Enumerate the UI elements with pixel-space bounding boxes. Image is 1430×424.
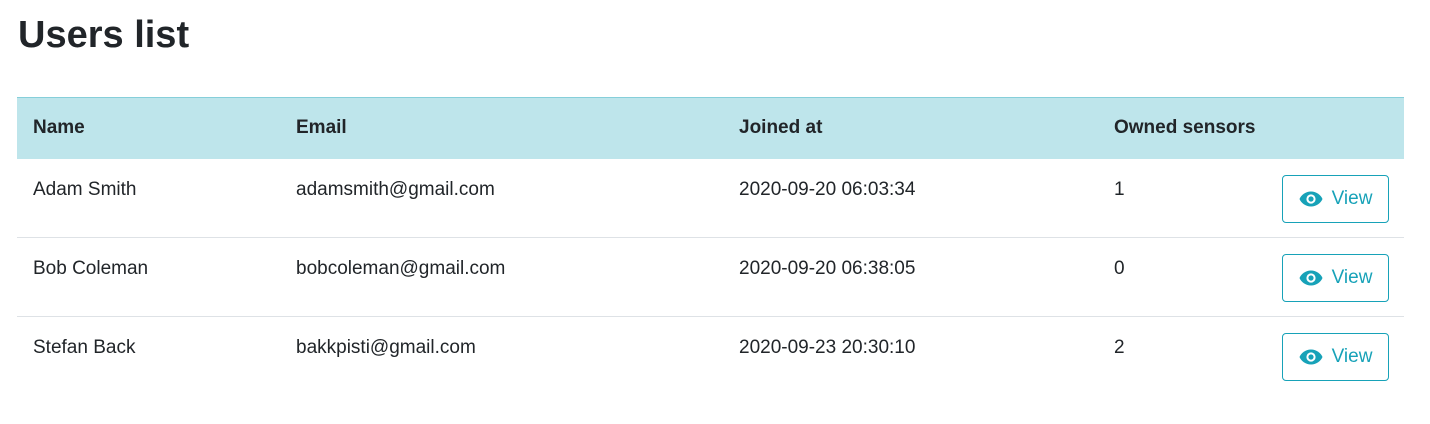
column-header-joined-at: Joined at [723, 97, 1098, 159]
user-name-cell: Adam Smith [33, 178, 137, 200]
view-user-button[interactable]: View [1282, 174, 1389, 223]
table-header: Name Email Joined at Owned sensors [17, 97, 1404, 159]
eye-icon [1299, 270, 1323, 286]
column-header-owned-sensors: Owned sensors [1098, 97, 1404, 159]
user-email-cell: adamsmith@gmail.com [296, 178, 495, 200]
user-joined-cell: 2020-09-20 06:38:05 [723, 237, 1098, 317]
column-header-email: Email [280, 97, 723, 159]
user-name-cell: Stefan Back [17, 316, 280, 396]
user-name-cell: Bob Coleman [17, 237, 280, 317]
view-button-label: View [1331, 187, 1373, 209]
user-sensors-cell: 1 View [1098, 159, 1404, 238]
column-header-name: Name [17, 97, 280, 159]
table-body: Adam Smith adamsmith@gmail.com 2020-09-2… [17, 159, 1404, 396]
eye-icon [1299, 191, 1323, 207]
table-row: Stefan Back bakkpisti@gmail.com 2020-09-… [17, 316, 1404, 396]
owned-sensors-count: 2 [1114, 337, 1125, 358]
view-button-label: View [1331, 346, 1373, 367]
table-row: Bob Coleman bobcoleman@gmail.com 2020-09… [17, 237, 1404, 317]
user-email-cell: bakkpisti@gmail.com [280, 316, 723, 396]
page-title: Users list [18, 14, 190, 56]
user-sensors-cell: 2 View [1098, 316, 1404, 396]
view-user-button[interactable]: View [1282, 254, 1389, 302]
users-table: Name Email Joined at Owned sensors Adam … [17, 97, 1404, 396]
view-button-label: View [1331, 267, 1373, 288]
table-row: Adam Smith adamsmith@gmail.com 2020-09-2… [17, 159, 1404, 238]
user-email-cell: bobcoleman@gmail.com [280, 237, 723, 317]
user-joined-cell: 2020-09-20 06:03:34 [739, 178, 916, 200]
owned-sensors-count: 0 [1114, 258, 1125, 279]
view-user-button[interactable]: View [1282, 333, 1389, 381]
eye-icon [1299, 349, 1323, 365]
table-header-row: Name Email Joined at Owned sensors [17, 97, 1404, 159]
owned-sensors-count: 1 [1114, 178, 1125, 200]
user-joined-cell: 2020-09-23 20:30:10 [723, 316, 1098, 396]
user-sensors-cell: 0 View [1098, 237, 1404, 317]
